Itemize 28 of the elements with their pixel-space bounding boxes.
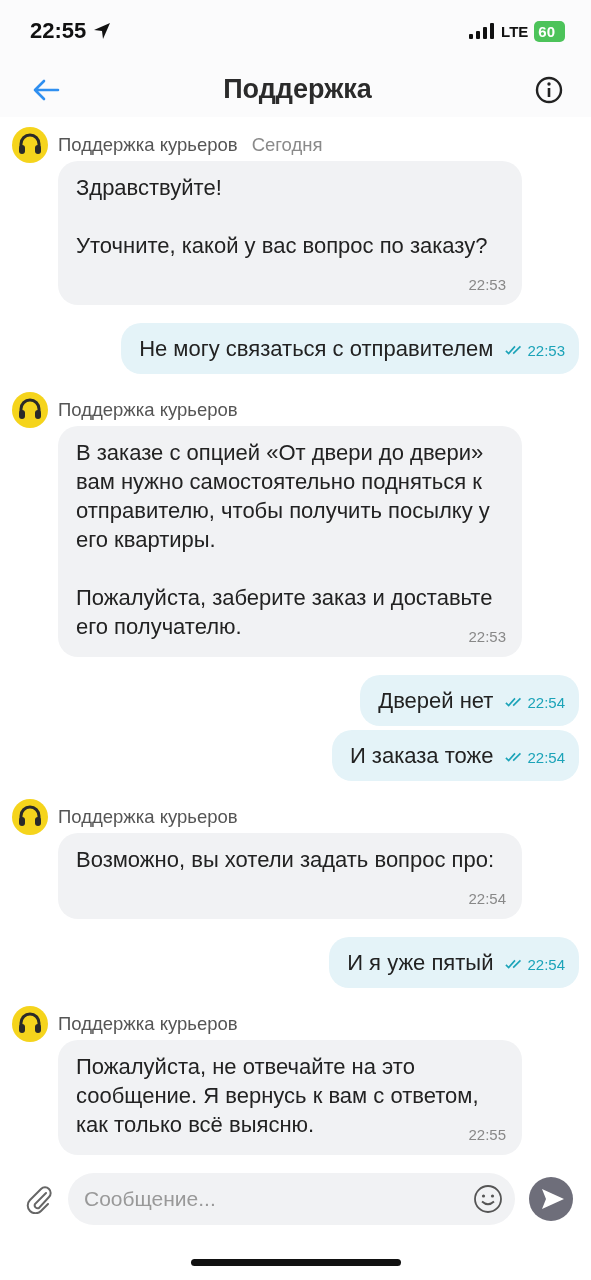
message-bubble: И я уже пятый 22:54 bbox=[329, 936, 579, 988]
sender-name: Поддержка курьеров bbox=[58, 1012, 238, 1035]
headset-avatar-icon bbox=[12, 126, 48, 163]
battery-level: 60 bbox=[534, 20, 565, 42]
message-bubble: Дверей нет 22:54 bbox=[360, 674, 579, 726]
headset-avatar-icon bbox=[12, 1005, 48, 1042]
message-bubble: Не могу связаться с отправителем 22:53 bbox=[121, 322, 579, 374]
date-label: Сегодня bbox=[251, 133, 323, 156]
paperclip-icon[interactable] bbox=[24, 1183, 54, 1214]
headset-avatar-icon bbox=[12, 391, 48, 428]
status-time: 22:55 bbox=[30, 18, 87, 45]
network-type: LTE bbox=[501, 22, 529, 40]
back-arrow-icon[interactable] bbox=[32, 77, 60, 102]
smiley-icon[interactable] bbox=[473, 1183, 503, 1214]
send-button[interactable] bbox=[529, 1176, 573, 1221]
message-bubble: Возможно, вы хотели задать вопрос про: 22:54 bbox=[58, 832, 522, 919]
message-input[interactable]: Сообщение... bbox=[68, 1172, 515, 1225]
sender-name: Поддержка курьеров bbox=[58, 133, 238, 156]
info-icon[interactable] bbox=[535, 75, 563, 104]
sender-name: Поддержка курьеров bbox=[58, 398, 238, 421]
sender-name: Поддержка курьеров bbox=[58, 805, 238, 828]
chat-title: Поддержка bbox=[223, 74, 372, 106]
message-bubble: Здравствуйте! Уточните, какой у вас вопрос по заказу? 22:53 bbox=[58, 160, 522, 305]
headset-avatar-icon bbox=[12, 798, 48, 835]
message-bubble: Пожалуйста, не отвечайте на это сообщение. Я вернусь к вам с ответом, как только всё выясню. 22:55 bbox=[58, 1039, 522, 1155]
message-bubble: И заказа тоже 22:54 bbox=[331, 729, 579, 781]
signal-icon bbox=[469, 23, 496, 40]
message-bubble: В заказе с опцией «От двери до двери» вам нужно самостоятельно подняться к отправителю, чтобы получить посылку у его квартиры. Пожалуйста, заберите заказ и доставьте его получателю. 22:53 bbox=[58, 425, 522, 657]
